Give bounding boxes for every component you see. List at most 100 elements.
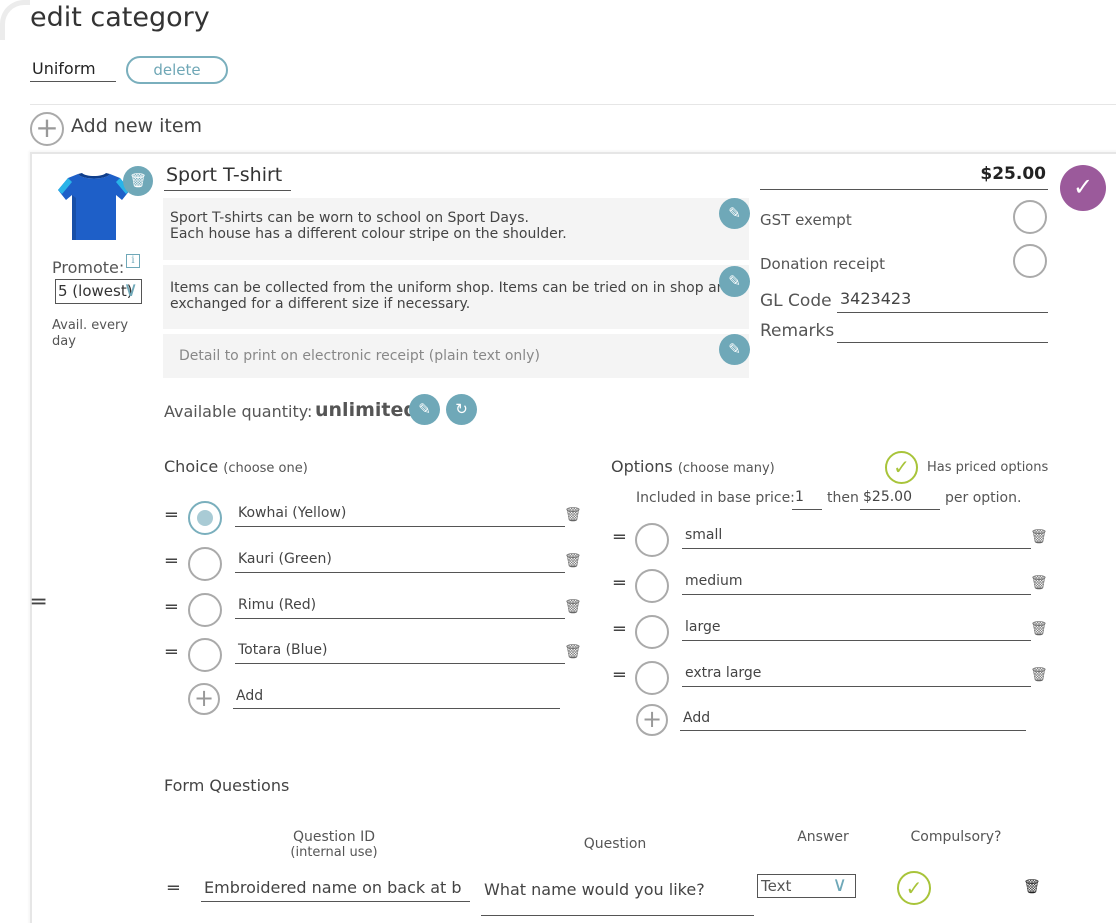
drag-handle-icon[interactable]: ═ (614, 665, 625, 686)
question-id-header-sub: (internal use) (290, 845, 378, 860)
trash-icon[interactable]: 🗑 (564, 553, 582, 569)
options-title: Options (611, 457, 673, 476)
choice-title: Choice (164, 457, 219, 476)
gst-exempt-toggle[interactable] (1013, 200, 1047, 234)
answer-type-value: Text (761, 877, 792, 895)
receipt-detail-field[interactable]: Detail to print on electronic receipt (p… (163, 334, 749, 378)
options-hint: (choose many) (677, 461, 775, 476)
option-item[interactable]: large (682, 619, 1031, 641)
chevron-down-icon: ∨ (123, 279, 138, 301)
add-new-item-link[interactable]: Add new item (71, 115, 202, 137)
per-option-label: per option. (945, 490, 1022, 506)
choice-option[interactable]: Kauri (Green) (235, 551, 565, 573)
drag-handle-icon[interactable]: ═ (614, 527, 625, 548)
add-item-plus-icon[interactable]: + (30, 112, 64, 146)
choice-section-title: Choice (choose one) (164, 457, 308, 476)
drag-handle-icon[interactable]: ═ (166, 505, 177, 526)
trash-icon[interactable]: 🗑 (564, 644, 582, 660)
edit-quantity-pencil-icon[interactable]: ✎ (409, 394, 440, 425)
trash-icon[interactable]: 🗑 (564, 507, 582, 523)
drag-handle-icon[interactable]: ═ (166, 642, 177, 663)
donation-receipt-toggle[interactable] (1013, 244, 1047, 278)
remarks-field[interactable] (837, 319, 1048, 343)
drag-handle-icon[interactable]: ═ (166, 597, 177, 618)
question-id-field[interactable]: Embroidered name on back at b (201, 878, 470, 902)
donation-receipt-label: Donation receipt (760, 255, 886, 273)
drag-handle-icon[interactable]: ═ (166, 551, 177, 572)
included-count-field[interactable]: 1 (792, 489, 822, 510)
item-name-field[interactable]: Sport T-shirt (164, 164, 291, 191)
delete-category-button[interactable]: delete (126, 56, 228, 84)
add-option-field[interactable]: Add (680, 710, 1026, 731)
choice-option[interactable]: Rimu (Red) (235, 597, 565, 619)
per-option-price-field[interactable]: $25.00 (860, 489, 940, 510)
trash-icon[interactable]: 🗑 (1030, 667, 1048, 683)
choice-radio[interactable] (188, 593, 222, 627)
divider (30, 104, 1116, 105)
choice-radio-selected[interactable] (188, 501, 222, 535)
trash-icon[interactable]: 🗑 (564, 599, 582, 615)
category-name-field[interactable]: Uniform (30, 58, 116, 82)
price-field[interactable]: $25.00 (760, 164, 1048, 190)
gl-code-field[interactable]: 3423423 (837, 289, 1048, 313)
choice-radio[interactable] (188, 638, 222, 672)
answer-type-select[interactable]: Text ∨ (757, 872, 856, 898)
promote-select[interactable]: 5 (lowest) ∨ (55, 279, 142, 304)
options-section-title: Options (choose many) (611, 457, 775, 476)
form-questions-title: Form Questions (164, 776, 290, 795)
choice-hint: (choose one) (223, 461, 308, 476)
page-title: edit category (30, 2, 210, 33)
choice-option[interactable]: Totara (Blue) (235, 642, 565, 664)
edit-description-pencil-icon[interactable]: ✎ (719, 198, 750, 229)
save-check-button[interactable]: ✓ (1060, 165, 1106, 211)
option-checkbox[interactable] (635, 615, 669, 649)
promote-label: Promote: (52, 258, 125, 277)
trash-icon[interactable]: 🗑 (1030, 621, 1048, 637)
drag-handle-icon[interactable]: ═ (32, 590, 45, 615)
trash-icon[interactable]: 🗑 (1023, 879, 1041, 895)
option-item[interactable]: medium (682, 573, 1031, 595)
included-base-price-label: Included in base price: (636, 490, 795, 506)
add-option-plus-icon[interactable]: + (636, 704, 668, 736)
add-choice-plus-icon[interactable]: + (188, 683, 220, 715)
window-frame (0, 0, 30, 40)
question-header: Question (583, 836, 647, 852)
available-quantity-label: Available quantity: (164, 402, 313, 421)
compulsory-check-icon[interactable]: ✓ (897, 871, 931, 905)
info-icon[interactable]: i (126, 254, 140, 268)
question-id-header: Question ID (internal use) (270, 829, 398, 861)
question-id-header-label: Question ID (293, 829, 375, 845)
tshirt-image (58, 173, 130, 240)
edit-receipt-pencil-icon[interactable]: ✎ (719, 334, 750, 365)
option-item[interactable]: extra large (682, 665, 1031, 687)
drag-handle-icon[interactable]: ═ (614, 573, 625, 594)
trash-icon[interactable]: 🗑 (1030, 529, 1048, 545)
compulsory-header: Compulsory? (910, 829, 1002, 845)
choice-radio[interactable] (188, 547, 222, 581)
option-checkbox[interactable] (635, 569, 669, 603)
choice-option[interactable]: Kowhai (Yellow) (235, 505, 565, 527)
chevron-down-icon: ∨ (832, 872, 847, 896)
option-item[interactable]: small (682, 527, 1031, 549)
option-checkbox[interactable] (635, 661, 669, 695)
gl-code-label: GL Code (760, 291, 832, 311)
available-quantity-value: unlimited (315, 399, 417, 421)
answer-header: Answer (797, 829, 849, 845)
remarks-label: Remarks (760, 321, 835, 341)
availability-text: Avail. every day (52, 318, 129, 349)
drag-handle-icon[interactable]: ═ (168, 878, 179, 899)
edit-collection-pencil-icon[interactable]: ✎ (719, 266, 750, 297)
promote-select-value: 5 (lowest) (58, 282, 133, 300)
collection-info-field[interactable]: Items can be collected from the uniform … (163, 265, 749, 329)
question-field[interactable]: What name would you like? (481, 878, 754, 916)
refresh-icon[interactable]: ↻ (446, 394, 477, 425)
then-label: then (827, 490, 859, 506)
description-field[interactable]: Sport T-shirts can be worn to school on … (163, 198, 749, 260)
add-choice-field[interactable]: Add (233, 688, 560, 709)
trash-icon[interactable]: 🗑 (1030, 575, 1048, 591)
has-priced-options-check-icon[interactable]: ✓ (885, 451, 918, 484)
has-priced-options-label: Has priced options (927, 460, 1049, 475)
delete-item-button[interactable]: 🗑 (123, 166, 153, 196)
drag-handle-icon[interactable]: ═ (614, 619, 625, 640)
option-checkbox[interactable] (635, 523, 669, 557)
